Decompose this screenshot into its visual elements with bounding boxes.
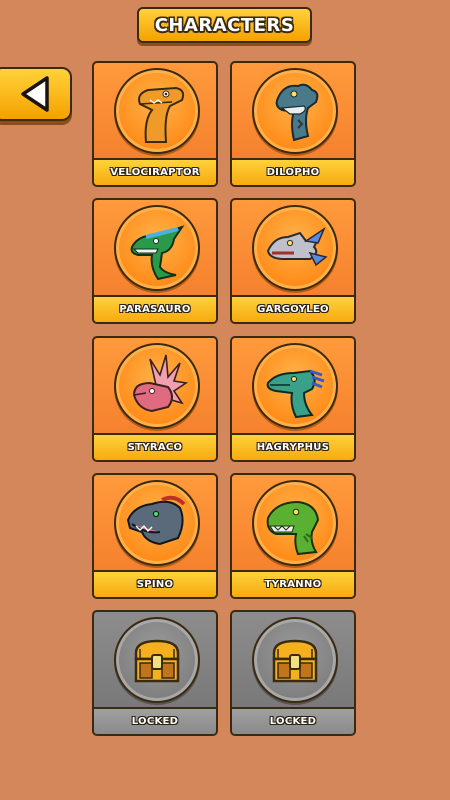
character-name-bar: TYRANNO — [232, 570, 354, 597]
character-card-dilopho[interactable]: DILOPHO — [230, 61, 356, 187]
character-portrait — [252, 205, 338, 291]
character-name-bar: LOCKED — [94, 707, 216, 734]
character-name: STYRACO — [127, 442, 183, 453]
treasure-chest-icon — [272, 639, 318, 683]
character-portrait — [252, 480, 338, 566]
character-name-bar: DILOPHO — [232, 158, 354, 185]
character-name: HAGRYPHUS — [256, 442, 330, 453]
character-name-bar: STYRACO — [94, 433, 216, 460]
hagryphus-icon — [266, 369, 325, 419]
character-name: DILOPHO — [266, 167, 320, 178]
character-name: LOCKED — [269, 716, 317, 727]
page-title: CHARACTERS — [137, 7, 312, 43]
character-card-locked[interactable]: LOCKED — [92, 610, 218, 736]
character-name-bar: PARASAURO — [94, 295, 216, 322]
character-portrait — [252, 617, 338, 703]
character-card-gargoyleo[interactable]: GARGOYLEO — [230, 198, 356, 324]
page-title-text: CHARACTERS — [154, 14, 295, 36]
character-portrait — [114, 68, 200, 154]
character-name: PARASAURO — [119, 304, 191, 315]
character-name-bar: SPINO — [94, 570, 216, 597]
character-portrait — [114, 480, 200, 566]
styraco-icon — [132, 354, 189, 413]
character-card-spino[interactable]: SPINO — [92, 473, 218, 599]
character-name: VELOCIRAPTOR — [110, 167, 200, 178]
character-card-tyranno[interactable]: TYRANNO — [230, 473, 356, 599]
treasure-chest-icon — [134, 639, 180, 683]
parasauro-icon — [130, 225, 185, 281]
dilopho-icon — [275, 83, 319, 142]
character-card-parasauro[interactable]: PARASAURO — [92, 198, 218, 324]
character-name: GARGOYLEO — [257, 304, 329, 315]
character-portrait — [114, 205, 200, 291]
character-card-styraco[interactable]: STYRACO — [92, 336, 218, 462]
tyranno-icon — [266, 500, 320, 556]
character-portrait — [252, 343, 338, 429]
character-card-hagryphus[interactable]: HAGRYPHUS — [230, 336, 356, 462]
gargoyleo-icon — [266, 226, 328, 267]
character-portrait — [252, 68, 338, 154]
character-portrait — [114, 343, 200, 429]
velociraptor-icon — [138, 86, 185, 143]
character-name: SPINO — [136, 579, 174, 590]
character-name-bar: LOCKED — [232, 707, 354, 734]
character-name-bar: VELOCIRAPTOR — [94, 158, 216, 185]
back-arrow-icon — [21, 76, 49, 112]
spino-icon — [126, 495, 186, 546]
character-card-velociraptor[interactable]: VELOCIRAPTOR — [92, 61, 218, 187]
character-name: TYRANNO — [264, 579, 322, 590]
character-name-bar: HAGRYPHUS — [232, 433, 354, 460]
character-card-locked[interactable]: LOCKED — [230, 610, 356, 736]
character-name: LOCKED — [131, 716, 179, 727]
back-button[interactable] — [0, 67, 72, 121]
character-portrait — [114, 617, 200, 703]
character-name-bar: GARGOYLEO — [232, 295, 354, 322]
